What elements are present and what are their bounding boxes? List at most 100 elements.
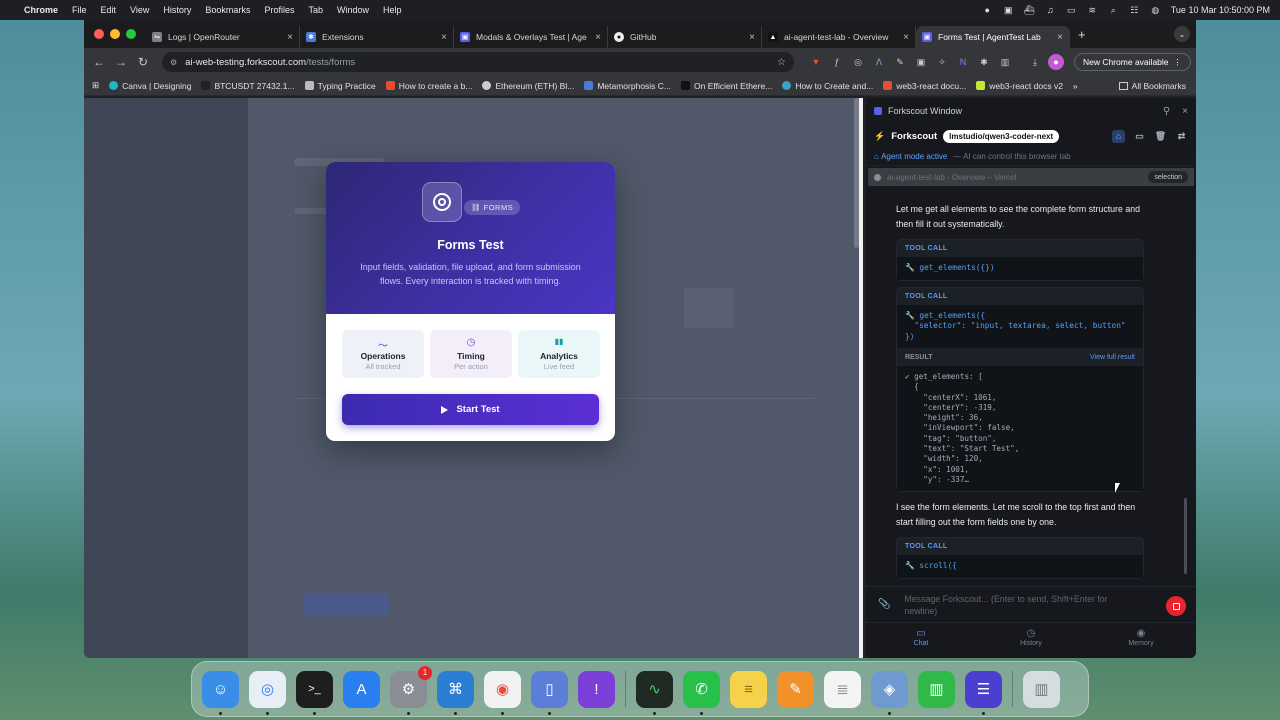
nav-history[interactable]: ◷ History xyxy=(976,623,1086,656)
pages-icon[interactable]: ✎ xyxy=(777,670,814,708)
reload-icon[interactable]: ↻ xyxy=(132,55,154,69)
chat-scrollbar[interactable] xyxy=(1184,498,1187,574)
menu-profiles[interactable]: Profiles xyxy=(264,5,294,15)
finder-icon[interactable]: ☺ xyxy=(202,670,239,715)
selection-badge[interactable]: selection xyxy=(1148,171,1188,183)
controlled-tab-row[interactable]: ai-agent-test-lab - Overview – Vercel se… xyxy=(868,168,1194,186)
trash-icon[interactable]: 🗑 xyxy=(1154,130,1167,143)
whatsapp-icon[interactable]: ✆ xyxy=(683,670,720,715)
menu-history[interactable]: History xyxy=(163,5,191,15)
bookmark-item[interactable]: Canva | Designing xyxy=(109,81,191,91)
close-tab-icon[interactable]: × xyxy=(595,32,601,43)
close-tab-icon[interactable]: × xyxy=(1057,32,1063,43)
menu-help[interactable]: Help xyxy=(383,5,402,15)
extension-pen-icon[interactable]: ✎ xyxy=(892,54,908,70)
back-arrow-icon[interactable]: ← xyxy=(88,55,110,69)
menu-app-name[interactable]: Chrome xyxy=(24,5,58,15)
model-selector[interactable]: lmstudio/qwen3-coder-next xyxy=(943,129,1060,143)
zoom-window-button[interactable] xyxy=(126,29,136,39)
tab-forms-test-active[interactable]: ▣ Forms Test | AgentTest Lab × xyxy=(916,26,1070,48)
bookmark-item[interactable]: web3-react docs v2 xyxy=(976,81,1063,91)
bookmark-item[interactable]: web3-react docu... xyxy=(883,81,966,91)
stop-button[interactable] xyxy=(1166,596,1186,616)
all-bookmarks-button[interactable]: All Bookmarks xyxy=(1118,81,1186,91)
preview-icon[interactable]: ◈ xyxy=(871,670,908,715)
extension-fox-icon[interactable]: ▼ xyxy=(808,54,824,70)
close-tab-icon[interactable]: × xyxy=(441,32,447,43)
bookmark-item[interactable]: How to create a b... xyxy=(385,81,472,91)
notes-icon[interactable]: ≡ xyxy=(730,670,767,708)
close-tab-icon[interactable]: × xyxy=(749,32,755,43)
site-info-icon[interactable]: ⚙ xyxy=(170,58,177,67)
download-icon[interactable]: ⤓ xyxy=(1027,54,1043,70)
address-bar[interactable]: ⚙ ai-web-testing.forkscout.com/tests/for… xyxy=(162,52,794,72)
profile-avatar-icon[interactable]: ● xyxy=(1048,54,1064,70)
close-tab-icon[interactable]: × xyxy=(287,32,293,43)
extension-translate-icon[interactable]: ✧ xyxy=(934,54,950,70)
menu-bookmarks[interactable]: Bookmarks xyxy=(205,5,250,15)
battery-icon[interactable]: ▭ xyxy=(1066,5,1077,16)
menu-edit[interactable]: Edit xyxy=(101,5,117,15)
menu-tab[interactable]: Tab xyxy=(308,5,323,15)
bookmark-star-icon[interactable]: ☆ xyxy=(777,57,786,68)
docker-icon[interactable]: ⛴ xyxy=(1024,5,1035,16)
textedit-icon[interactable]: ≣ xyxy=(824,670,861,708)
nav-memory[interactable]: ◉ Memory xyxy=(1086,623,1196,656)
extension-camera-icon[interactable]: ◎ xyxy=(850,54,866,70)
search-icon[interactable]: ⌕ xyxy=(1108,5,1119,16)
wifi-icon[interactable]: ≋ xyxy=(1087,5,1098,16)
tab-extensions[interactable]: ✱ Extensions × xyxy=(300,26,454,48)
linear-icon[interactable]: ☰ xyxy=(965,670,1002,715)
bookmark-item[interactable]: Typing Practice xyxy=(304,81,376,91)
view-full-result-link[interactable]: View full result xyxy=(1090,354,1135,361)
extension-capture-icon[interactable]: ▣ xyxy=(913,54,929,70)
new-tab-icon[interactable]: + xyxy=(1078,27,1086,42)
record-icon[interactable]: ● xyxy=(982,5,993,16)
minimize-window-button[interactable] xyxy=(110,29,120,39)
menu-view[interactable]: View xyxy=(130,5,149,15)
switch-icon[interactable]: ⇄ xyxy=(1175,130,1188,143)
extensions-puzzle-icon[interactable]: ✱ xyxy=(976,54,992,70)
activity-monitor-icon[interactable]: ∿ xyxy=(636,670,673,715)
app-store-icon[interactable]: A xyxy=(343,670,380,708)
trash-icon[interactable]: ▥ xyxy=(1023,670,1060,708)
bookmark-item[interactable]: BTCUSDT 27432.1... xyxy=(201,81,295,91)
apps-grid-icon[interactable]: ⊞ xyxy=(92,80,99,91)
music-icon[interactable]: ♫ xyxy=(1045,5,1056,16)
control-center-icon[interactable]: ☷ xyxy=(1129,5,1140,16)
side-panel-icon[interactable]: ▥ xyxy=(997,54,1013,70)
new-chrome-available-button[interactable]: New Chrome available ⋮ xyxy=(1074,53,1191,71)
tab-github[interactable]: ● GitHub × xyxy=(608,26,762,48)
close-tab-icon[interactable]: × xyxy=(903,32,909,43)
terminal-icon[interactable]: >_ xyxy=(296,670,333,715)
attach-paperclip-icon[interactable]: 📎 xyxy=(878,599,890,610)
message-input[interactable]: Message Forkscout... (Enter to send, Shi… xyxy=(904,593,1134,617)
system-settings-icon[interactable]: ⚙ 1 xyxy=(390,665,432,715)
nav-chat[interactable]: ▭ Chat xyxy=(866,623,976,656)
tab-modals-overlays[interactable]: ▣ Modals & Overlays Test | Age × xyxy=(454,26,608,48)
screen-icon[interactable]: ▭ xyxy=(1133,130,1146,143)
bookmark-item[interactable]: Ethereum (ETH) Bl... xyxy=(482,81,574,91)
extension-function-icon[interactable]: ƒ xyxy=(829,54,845,70)
feedback-icon[interactable]: ! xyxy=(578,670,615,708)
numbers-icon[interactable]: ▥ xyxy=(918,670,955,708)
bookmark-item[interactable]: On Efficient Ethere... xyxy=(681,81,772,91)
chrome-icon[interactable]: ◉ xyxy=(484,670,521,715)
tab-search-chevron-icon[interactable]: ⌄ xyxy=(1174,26,1190,42)
pin-icon[interactable]: ⚲ xyxy=(1163,106,1170,117)
menubar-clock[interactable]: Tue 10 Mar 10:50:00 PM xyxy=(1171,5,1270,15)
more-bookmarks-icon[interactable]: » xyxy=(1073,81,1078,91)
tab-openrouter[interactable]: ⇋ Logs | OpenRouter × xyxy=(146,26,300,48)
extension-n-icon[interactable]: N xyxy=(955,54,971,70)
vscode-icon[interactable]: ⌘ xyxy=(437,670,474,715)
close-window-button[interactable] xyxy=(94,29,104,39)
siri-icon[interactable]: ◍ xyxy=(1150,5,1161,16)
extension-a-icon[interactable]: Λ xyxy=(871,54,887,70)
bookmark-item[interactable]: Metamorphosis C... xyxy=(584,81,671,91)
menu-window[interactable]: Window xyxy=(337,5,369,15)
safari-icon[interactable]: ◎ xyxy=(249,670,286,715)
forward-arrow-icon[interactable]: → xyxy=(110,55,132,69)
remote-icon[interactable]: ▯ xyxy=(531,670,568,715)
agent-mode-icon[interactable]: ⌂ xyxy=(1112,129,1125,143)
close-panel-icon[interactable]: × xyxy=(1182,106,1188,117)
